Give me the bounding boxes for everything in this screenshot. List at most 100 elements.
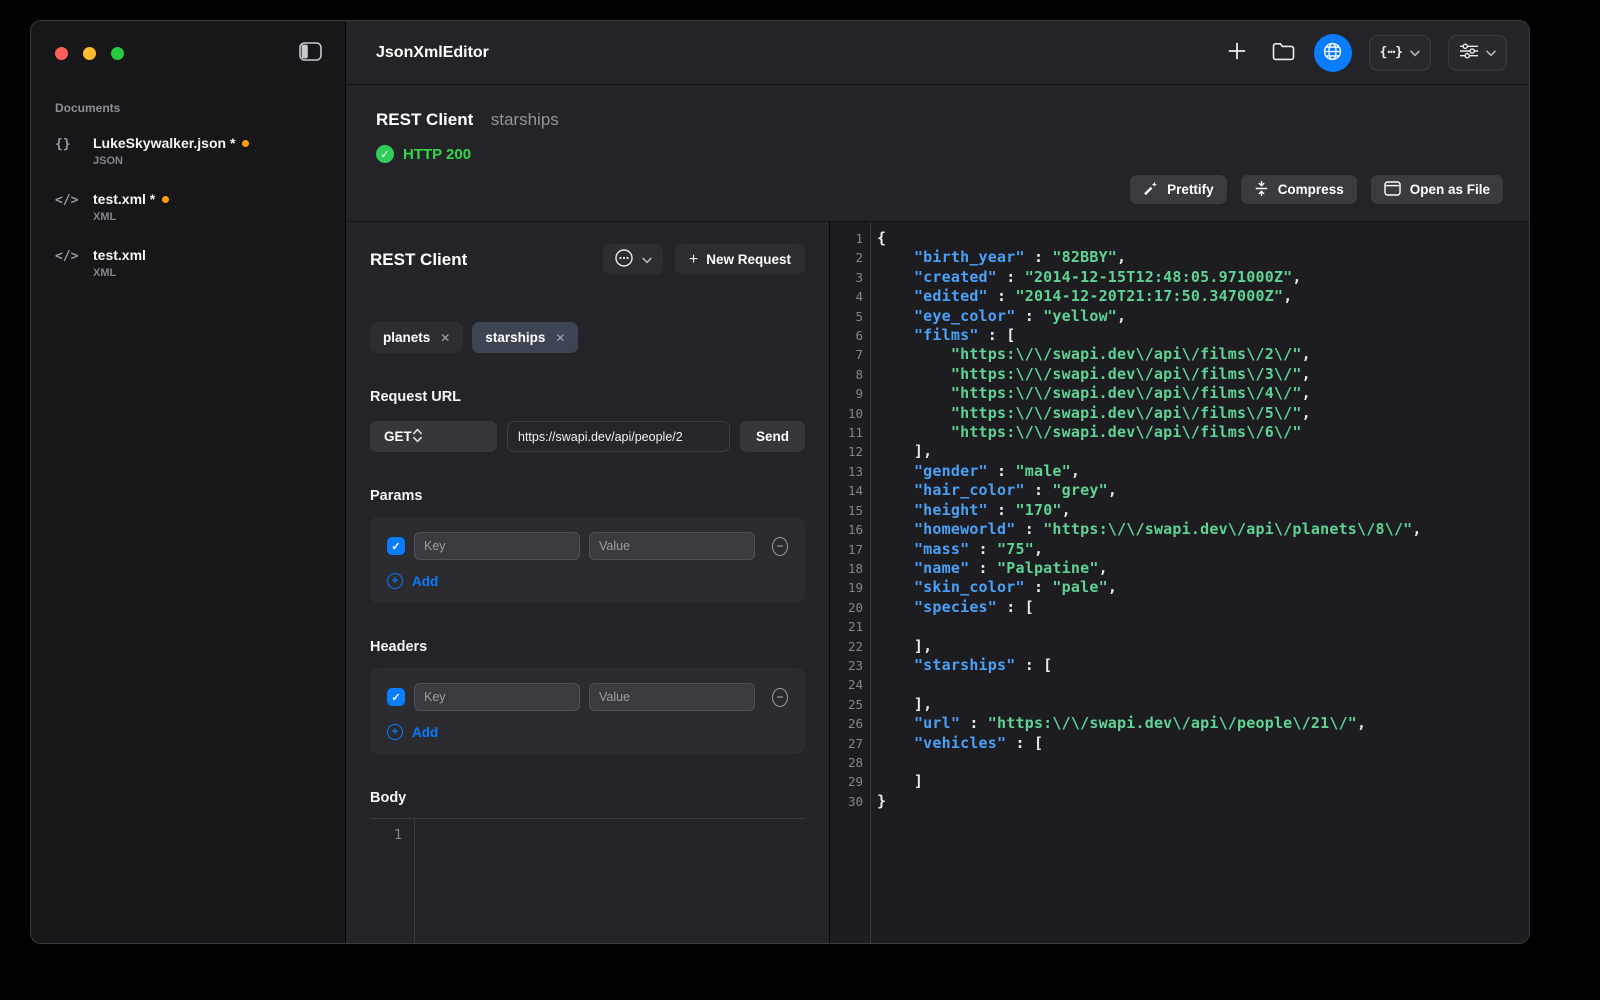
- open-as-file-label: Open as File: [1410, 182, 1490, 197]
- gutter-divider: [870, 222, 871, 943]
- open-as-file-button[interactable]: Open as File: [1371, 175, 1503, 204]
- line-number: 23: [830, 656, 863, 675]
- document-title: test.xml *: [93, 191, 155, 207]
- document-item-lukeskywalker[interactable]: {} LukeSkywalker.json * JSON: [31, 123, 345, 179]
- line-content: "species" : [: [863, 598, 1034, 617]
- format-menu-button[interactable]: {⋯}: [1369, 35, 1431, 71]
- line-content: [863, 617, 886, 636]
- line-content: "mass" : "75",: [863, 540, 1043, 559]
- prettify-button[interactable]: Prettify: [1130, 175, 1227, 204]
- settings-menu-button[interactable]: [1448, 35, 1507, 71]
- close-tab-icon[interactable]: ✕: [440, 331, 450, 345]
- line-number: 20: [830, 598, 863, 617]
- sidebar-toggle-button[interactable]: [293, 36, 327, 70]
- response-line: 20 "species" : [: [830, 598, 1529, 617]
- add-header-button[interactable]: + Add: [387, 724, 438, 740]
- close-window-button[interactable]: [55, 47, 68, 60]
- rest-client-panel: REST Client + New Request: [346, 222, 830, 943]
- param-key-input[interactable]: [414, 532, 580, 560]
- line-content: "https:\/\/swapi.dev\/api\/films\/5\/",: [863, 404, 1311, 423]
- tab-starships[interactable]: starships ✕: [472, 322, 578, 353]
- line-content: "height" : "170",: [863, 501, 1071, 520]
- minimize-window-button[interactable]: [83, 47, 96, 60]
- document-item-testxml-2[interactable]: </> test.xml XML: [31, 235, 345, 291]
- line-number: 15: [830, 501, 863, 520]
- http-method-select[interactable]: GET: [370, 421, 497, 452]
- response-viewer: 1{2 "birth_year" : "82BBY",3 "created" :…: [830, 222, 1529, 943]
- chevron-down-icon: [1486, 45, 1496, 60]
- response-line: 2 "birth_year" : "82BBY",: [830, 248, 1529, 267]
- line-number: 16: [830, 520, 863, 539]
- xml-file-icon: </>: [55, 193, 82, 208]
- success-check-icon: ✓: [376, 145, 394, 163]
- line-number: 26: [830, 714, 863, 733]
- breadcrumb-subtitle: starships: [491, 110, 559, 129]
- line-content: "vehicles" : [: [863, 734, 1043, 753]
- folder-icon: [1272, 42, 1295, 64]
- zoom-window-button[interactable]: [111, 47, 124, 60]
- request-tabs: planets ✕ starships ✕: [370, 322, 805, 353]
- send-button[interactable]: Send: [740, 421, 805, 452]
- close-tab-icon[interactable]: ✕: [555, 331, 565, 345]
- remove-header-button[interactable]: −: [772, 688, 788, 707]
- compress-button[interactable]: Compress: [1241, 175, 1357, 204]
- open-folder-button[interactable]: [1267, 36, 1301, 70]
- add-param-button[interactable]: + Add: [387, 573, 438, 589]
- line-number: 2: [830, 248, 863, 267]
- new-document-button[interactable]: [1220, 36, 1254, 70]
- param-row: ✓ −: [387, 532, 788, 560]
- http-status-row: ✓ HTTP 200: [376, 145, 1505, 163]
- line-content: "homeworld" : "https:\/\/swapi.dev\/api\…: [863, 520, 1422, 539]
- body-editor: 1: [370, 818, 805, 943]
- rest-client-panel-title: REST Client: [370, 250, 467, 270]
- headers-label: Headers: [370, 639, 805, 655]
- line-number: 9: [830, 384, 863, 403]
- line-content: [863, 675, 886, 694]
- remove-param-button[interactable]: −: [772, 537, 788, 556]
- new-request-button[interactable]: + New Request: [675, 244, 805, 275]
- globe-icon: [1322, 41, 1343, 65]
- request-options-button[interactable]: [603, 244, 663, 275]
- app-window: Documents {} LukeSkywalker.json * JSON <…: [30, 20, 1530, 944]
- document-item-testxml-1[interactable]: </> test.xml * XML: [31, 179, 345, 235]
- sidebar: Documents {} LukeSkywalker.json * JSON <…: [31, 21, 346, 943]
- compress-label: Compress: [1278, 182, 1344, 197]
- line-content: "hair_color" : "grey",: [863, 481, 1117, 500]
- line-content: "https:\/\/swapi.dev\/api\/films\/6\/": [863, 423, 1302, 442]
- response-line: 30}: [830, 792, 1529, 811]
- line-number: 19: [830, 578, 863, 597]
- line-content: "https:\/\/swapi.dev\/api\/films\/3\/",: [863, 365, 1311, 384]
- response-line: 25 ],: [830, 695, 1529, 714]
- response-line: 11 "https:\/\/swapi.dev\/api\/films\/6\/…: [830, 423, 1529, 442]
- response-line: 17 "mass" : "75",: [830, 540, 1529, 559]
- line-number: 22: [830, 637, 863, 656]
- tab-planets[interactable]: planets ✕: [370, 322, 463, 353]
- line-number: 21: [830, 617, 863, 636]
- rest-client-globe-button[interactable]: [1314, 34, 1352, 72]
- response-line: 16 "homeworld" : "https:\/\/swapi.dev\/a…: [830, 520, 1529, 539]
- window-controls: [55, 47, 124, 60]
- line-content: "starships" : [: [863, 656, 1052, 675]
- param-enabled-checkbox[interactable]: ✓: [387, 537, 405, 555]
- prettify-label: Prettify: [1167, 182, 1214, 197]
- request-url-input[interactable]: [507, 421, 730, 452]
- response-line: 10 "https:\/\/swapi.dev\/api\/films\/5\/…: [830, 404, 1529, 423]
- line-number: 3: [830, 268, 863, 287]
- param-value-input[interactable]: [589, 532, 755, 560]
- response-line: 1{: [830, 229, 1529, 248]
- circle-ellipsis-icon: [614, 248, 634, 271]
- body-input-area[interactable]: [415, 819, 805, 943]
- chevron-down-icon: [1410, 45, 1420, 60]
- line-content: "created" : "2014-12-15T12:48:05.971000Z…: [863, 268, 1302, 287]
- body-label: Body: [370, 790, 805, 806]
- response-line: 18 "name" : "Palpatine",: [830, 559, 1529, 578]
- add-header-label: Add: [412, 725, 438, 740]
- response-line: 3 "created" : "2014-12-15T12:48:05.97100…: [830, 268, 1529, 287]
- response-line: 4 "edited" : "2014-12-20T21:17:50.347000…: [830, 287, 1529, 306]
- header-value-input[interactable]: [589, 683, 755, 711]
- response-line: 22 ],: [830, 637, 1529, 656]
- header-key-input[interactable]: [414, 683, 580, 711]
- line-number: 14: [830, 481, 863, 500]
- header-enabled-checkbox[interactable]: ✓: [387, 688, 405, 706]
- line-content: "https:\/\/swapi.dev\/api\/films\/4\/",: [863, 384, 1311, 403]
